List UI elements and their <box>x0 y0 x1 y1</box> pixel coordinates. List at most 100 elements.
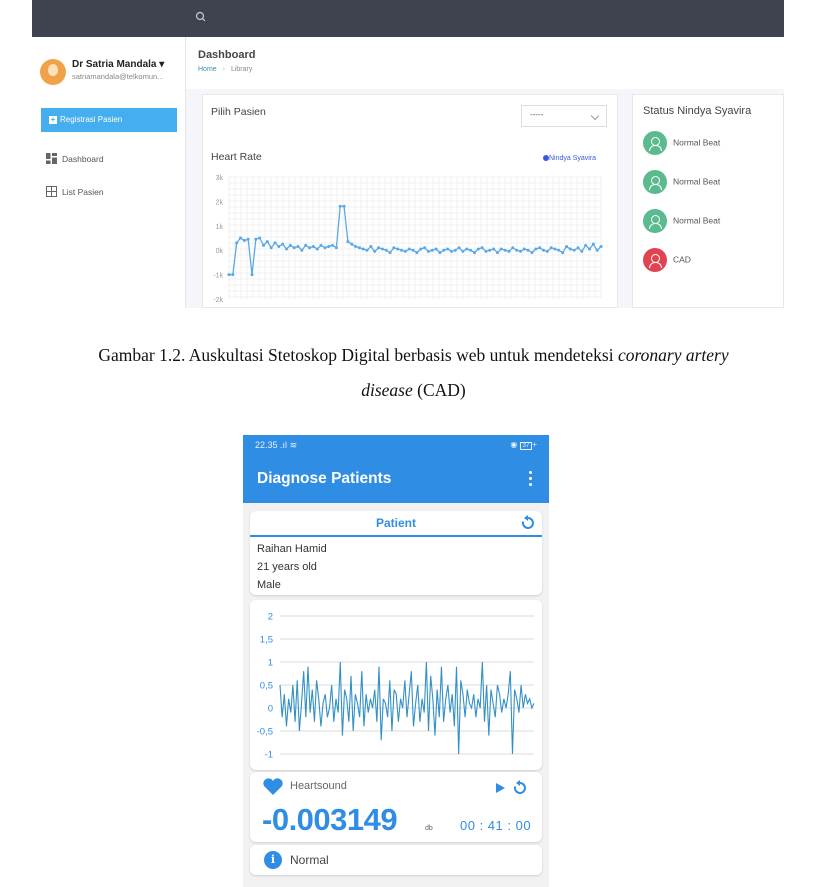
data-point <box>484 249 488 253</box>
data-point <box>242 238 246 242</box>
status-panel: Status Nindya Syavira Normal Beat Normal … <box>632 94 784 308</box>
status-item: Normal Beat <box>643 209 720 233</box>
data-point <box>599 245 603 249</box>
y-tick-label: 1 <box>268 658 273 669</box>
data-point <box>369 245 373 249</box>
data-point <box>423 246 427 250</box>
y-tick-label: 2 <box>268 612 273 623</box>
user-profile[interactable]: Dr Satria Mandala ▾ satriamandala@telkom… <box>40 57 180 87</box>
data-point <box>453 248 457 252</box>
play-icon[interactable] <box>494 782 506 794</box>
patient-select[interactable]: ----- <box>521 105 607 127</box>
data-point <box>411 248 415 252</box>
wifi-icon: ≋ <box>289 440 298 450</box>
data-point <box>334 246 338 250</box>
register-patient-button[interactable]: + Registrasi Pasien <box>41 108 177 132</box>
data-point <box>549 246 553 250</box>
sidebar-item-dashboard[interactable]: Dashboard <box>46 153 104 164</box>
content-header: Dashboard Home › Library <box>186 37 784 89</box>
data-point <box>227 273 231 277</box>
data-point <box>415 251 419 255</box>
phone-status-bar: 22.35 .ıl ≋ ◉ 37 + <box>243 435 549 455</box>
battery-icon: 37 <box>519 442 533 450</box>
data-point <box>595 248 599 252</box>
person-icon <box>643 248 667 272</box>
status-item: CAD <box>643 248 691 272</box>
data-point <box>538 246 542 250</box>
sidebar-item-list-pasien[interactable]: List Pasien <box>46 186 104 197</box>
data-point <box>373 249 377 253</box>
y-tick-label: -0,5 <box>257 727 273 738</box>
data-point <box>346 240 350 244</box>
data-point <box>522 247 526 251</box>
data-point <box>281 242 285 246</box>
data-point <box>492 247 496 251</box>
data-point <box>469 248 473 252</box>
data-point <box>338 204 342 208</box>
data-point <box>246 237 250 241</box>
breadcrumb-separator: › <box>222 66 225 73</box>
refresh-icon[interactable] <box>520 515 536 531</box>
data-point <box>388 251 392 255</box>
data-point <box>311 245 315 249</box>
avatar <box>40 59 66 85</box>
data-point <box>357 246 361 250</box>
heartsound-label: Heartsound <box>290 780 347 792</box>
refresh-icon[interactable] <box>512 780 528 796</box>
overflow-menu-icon[interactable] <box>529 471 533 487</box>
data-point <box>396 247 400 251</box>
info-icon: i <box>264 851 282 869</box>
data-point <box>495 251 499 255</box>
data-point <box>308 246 312 250</box>
y-tick-label: 1k <box>216 224 224 231</box>
data-point <box>292 246 296 250</box>
data-point <box>557 248 561 252</box>
data-point <box>426 249 430 253</box>
heartsound-value: -0.003149 <box>262 802 398 837</box>
data-point <box>354 245 358 249</box>
data-point <box>545 249 549 253</box>
data-point <box>461 249 465 253</box>
data-point <box>430 248 434 252</box>
breadcrumb: Home › Library <box>198 66 252 73</box>
data-point <box>419 247 423 251</box>
heart-rate-title: Heart Rate <box>211 151 262 163</box>
patient-gender: Male <box>257 579 281 591</box>
breadcrumb-current: Library <box>230 66 253 73</box>
status-label: Normal Beat <box>673 176 721 187</box>
data-point <box>591 242 595 246</box>
data-point <box>315 247 319 251</box>
data-point <box>472 251 476 255</box>
data-point <box>438 251 442 255</box>
value-unit: db <box>425 825 433 832</box>
sidebar: Dr Satria Mandala ▾ satriamandala@telkom… <box>32 37 186 308</box>
status-title: Status Nindya Syavira <box>643 105 752 117</box>
y-tick-label: 2k <box>216 199 224 206</box>
search-icon[interactable] <box>194 10 208 24</box>
person-icon <box>643 209 667 233</box>
data-point <box>407 247 411 251</box>
data-point <box>515 248 519 252</box>
data-point <box>587 247 591 251</box>
mobile-app-screenshot: 22.35 .ıl ≋ ◉ 37 + Diagnose Patients Pati… <box>243 435 549 887</box>
page-title: Dashboard <box>198 49 256 61</box>
data-point <box>503 248 507 252</box>
heartsound-chart-card: 2 1,5 1 0,5 0 -0,5 -1 <box>250 600 542 770</box>
status-label: CAD <box>673 254 691 265</box>
data-point <box>449 249 453 253</box>
heart-icon <box>263 778 283 795</box>
breadcrumb-home[interactable]: Home <box>198 66 217 73</box>
data-point <box>288 243 292 247</box>
patient-header: Patient <box>250 511 542 537</box>
dashboard-icon <box>46 153 57 164</box>
data-point <box>365 248 369 252</box>
chevron-down-icon <box>590 111 600 121</box>
data-point <box>235 241 239 245</box>
data-point <box>254 237 258 241</box>
select-patient-label: Pilih Pasien <box>211 106 266 118</box>
diagnosis-status: Normal <box>290 853 329 867</box>
data-point <box>568 247 572 251</box>
data-point <box>572 248 576 252</box>
y-tick-label: 0,5 <box>260 681 273 692</box>
app-bar: Diagnose Patients <box>243 455 549 503</box>
